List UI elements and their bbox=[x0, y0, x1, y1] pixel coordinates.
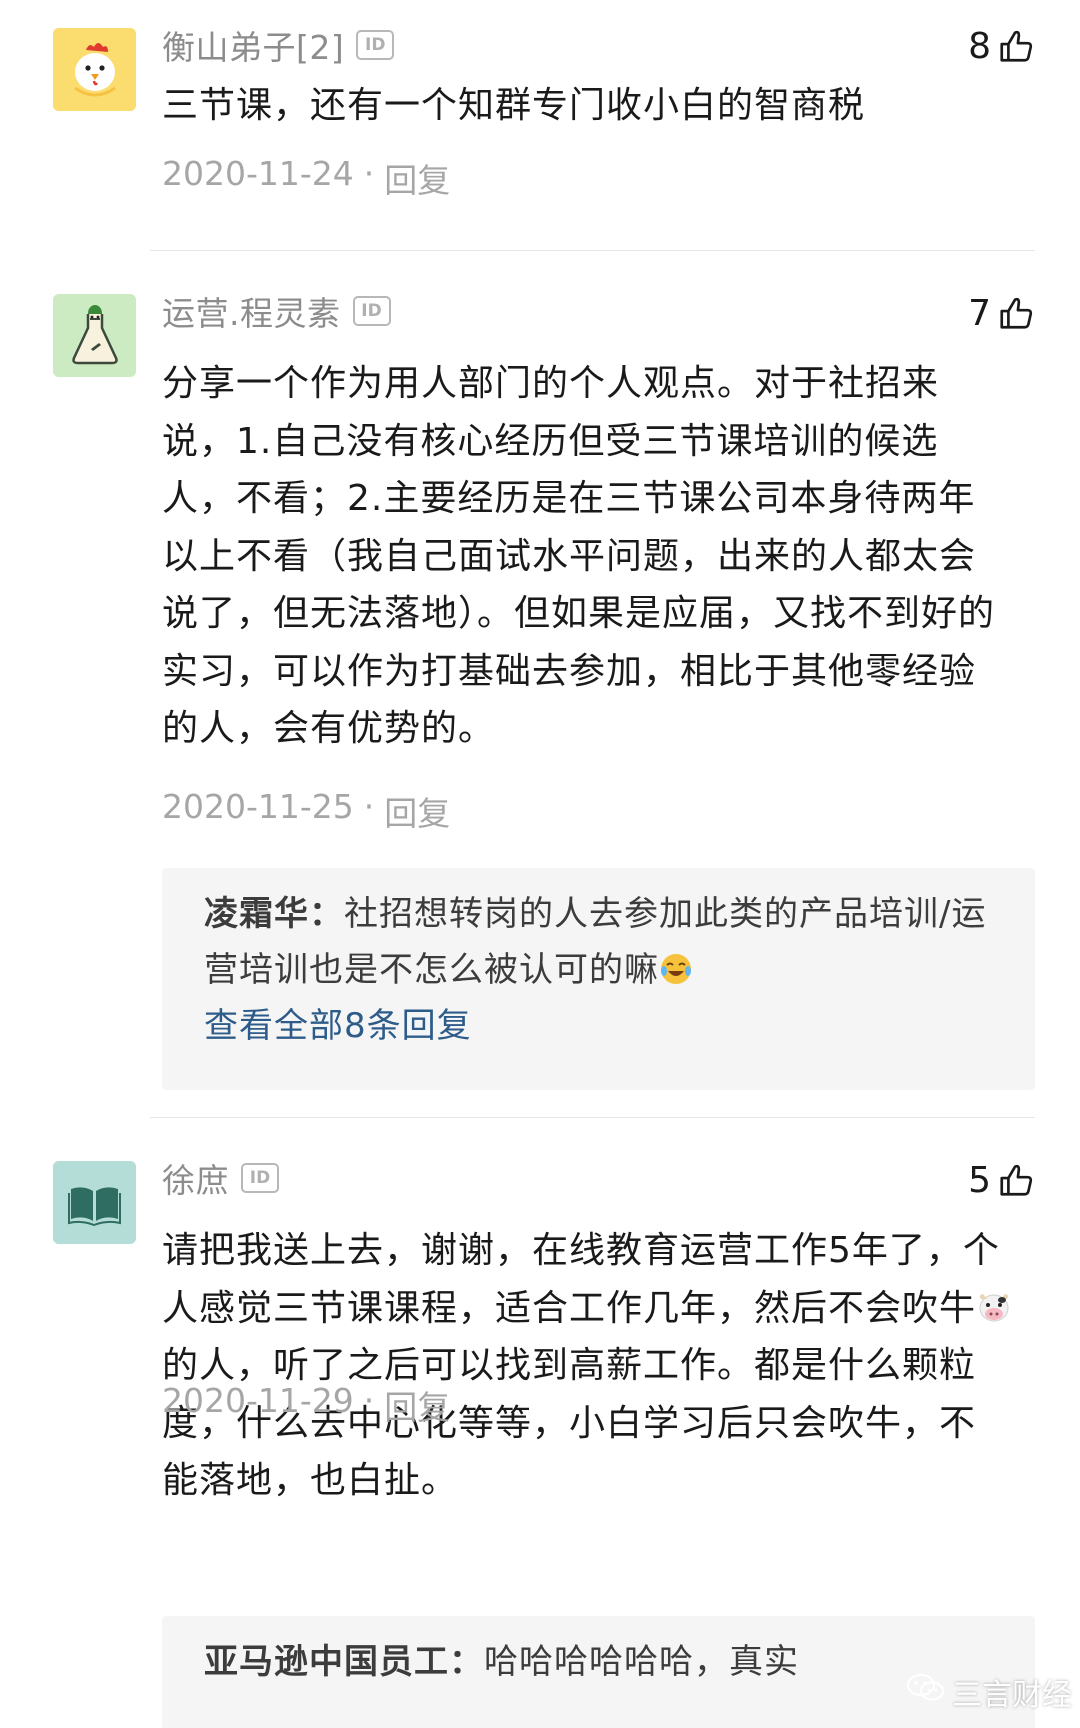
commenter-name[interactable]: 运营.程灵素 bbox=[162, 287, 341, 335]
comment-date: 2020-11-25 bbox=[162, 787, 354, 826]
like-button[interactable]: 8 bbox=[968, 23, 1035, 69]
reply-content: 凌霜华：社招想转岗的人去参加此类的产品培训/运营培训也是不怎么被认可的嘛 bbox=[204, 886, 995, 998]
like-count: 8 bbox=[968, 25, 991, 67]
book-avatar-icon[interactable] bbox=[53, 1161, 136, 1244]
reply-author[interactable]: 亚马逊中国员工： bbox=[204, 1642, 484, 1682]
like-count: 5 bbox=[968, 1159, 991, 1201]
commenter-name[interactable]: 徐庶 bbox=[162, 1154, 229, 1202]
comment-text: 分享一个作为用人部门的个人观点。对于社招来说，1.自己没有核心经历但受三节课培训… bbox=[162, 363, 996, 749]
like-button[interactable]: 5 bbox=[968, 1157, 1035, 1203]
tears-of-joy-emoji-icon bbox=[659, 947, 693, 984]
commenter-info: 徐庶 ID bbox=[162, 1155, 279, 1201]
watermark: 三言财经 bbox=[906, 1670, 1072, 1714]
reply-content: 亚马逊中国员工：哈哈哈哈哈哈，真实 bbox=[204, 1634, 995, 1690]
reply-link[interactable]: 回复 bbox=[384, 1381, 450, 1429]
chicken-avatar-icon[interactable] bbox=[53, 28, 136, 111]
view-all-replies-link[interactable]: 查看全部8条回复 bbox=[204, 998, 995, 1054]
meta-separator: · bbox=[363, 787, 375, 826]
id-badge-icon: ID bbox=[241, 1163, 279, 1193]
meta-separator: · bbox=[363, 1381, 375, 1420]
commenter-name[interactable]: 衡山弟子[2] bbox=[162, 21, 344, 69]
chemist-avatar-icon[interactable] bbox=[53, 294, 136, 377]
wechat-icon bbox=[906, 1672, 946, 1712]
comment-text: 请把我送上去，谢谢，在线教育运营工作5年了，个人感觉三节课课程，适合工作几年，然… bbox=[162, 1222, 1012, 1510]
thumbs-up-icon bbox=[997, 1161, 1035, 1199]
divider bbox=[150, 1117, 1035, 1118]
commenter-info: 衡山弟子[2] ID bbox=[162, 21, 395, 69]
comment-date: 2020-11-29 bbox=[162, 1381, 354, 1420]
id-badge-icon: ID bbox=[352, 296, 391, 326]
like-count: 7 bbox=[968, 292, 991, 334]
id-badge-icon: ID bbox=[356, 30, 395, 60]
meta-separator: · bbox=[363, 154, 375, 193]
like-button[interactable]: 7 bbox=[968, 290, 1035, 336]
divider bbox=[150, 250, 1035, 251]
reply-author[interactable]: 凌霜华： bbox=[204, 894, 344, 934]
comment-text: 三节课，还有一个知群专门收小白的智商税 bbox=[162, 85, 866, 126]
comment-text-part: 请把我送上去，谢谢，在线教育运营工作5年了，个人感觉三节课课程，适合工作几年，然… bbox=[162, 1230, 1000, 1329]
reply-text: 哈哈哈哈哈哈，真实 bbox=[484, 1642, 799, 1682]
watermark-text: 三言财经 bbox=[952, 1678, 1072, 1713]
cow-face-emoji-icon bbox=[976, 1285, 1012, 1321]
thumbs-up-icon bbox=[997, 27, 1035, 65]
reply-link[interactable]: 回复 bbox=[384, 787, 450, 835]
comment-date: 2020-11-24 bbox=[162, 154, 354, 193]
commenter-info: 运营.程灵素 ID bbox=[162, 288, 391, 334]
thumbs-up-icon bbox=[997, 294, 1035, 332]
reply-preview[interactable]: 凌霜华：社招想转岗的人去参加此类的产品培训/运营培训也是不怎么被认可的嘛 查看全… bbox=[162, 868, 1035, 1090]
comment-meta: 2020-11-29 · 回复 bbox=[162, 1381, 450, 1429]
comment-meta: 2020-11-25 · 回复 bbox=[162, 787, 450, 835]
reply-preview[interactable]: 亚马逊中国员工：哈哈哈哈哈哈，真实 bbox=[162, 1616, 1035, 1728]
comment-meta: 2020-11-24 · 回复 bbox=[162, 154, 450, 202]
reply-link[interactable]: 回复 bbox=[384, 154, 450, 202]
